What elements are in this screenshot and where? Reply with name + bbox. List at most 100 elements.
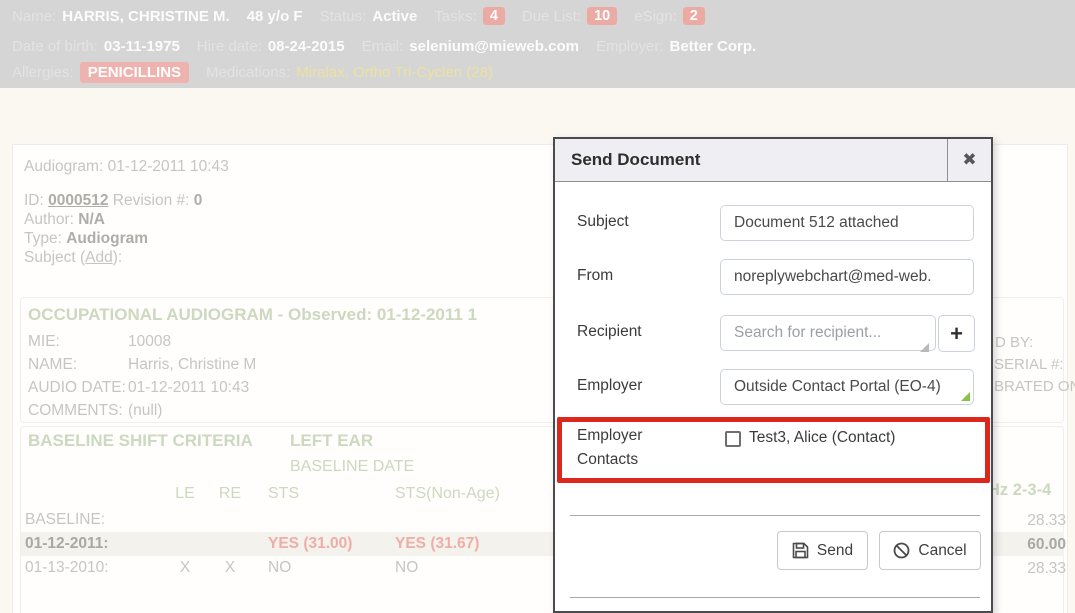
id-label: ID: xyxy=(24,192,44,209)
tasks-label: Tasks: xyxy=(434,8,477,25)
cancel-button-label: Cancel xyxy=(918,542,966,560)
hire-date-label: Hire date: xyxy=(197,38,262,55)
patient-age-sex: 48 y/o F xyxy=(247,8,303,25)
patient-header-row2: Date of birth: 03-11-1975 Hire date: 08-… xyxy=(12,38,756,55)
baseline-date-subheading: BASELINE DATE xyxy=(290,458,414,476)
employer-contacts-label-line1: Employer xyxy=(577,427,642,445)
recipient-label: Recipient xyxy=(577,323,642,341)
author-label: Author: xyxy=(24,211,74,228)
esign-label: eSign: xyxy=(634,8,677,25)
fragment-value-2: 60.00 xyxy=(993,536,1066,554)
employer-select-value: Outside Contact Portal (EO-4) xyxy=(734,378,941,396)
email-label: Email: xyxy=(362,38,404,55)
divider-above-buttons xyxy=(570,515,980,516)
fragment-value-3: 28.33 xyxy=(993,560,1066,578)
modal-title: Send Document xyxy=(571,139,700,181)
row-2010-re: X xyxy=(210,559,250,577)
audio-date-value: 01-12-2011 10:43 xyxy=(128,379,249,397)
employer-select-label: Employer xyxy=(577,377,642,395)
type-label: Type: xyxy=(24,230,62,247)
row-2010-le: X xyxy=(165,559,205,577)
cancel-icon xyxy=(893,542,910,559)
revision-value: 0 xyxy=(194,192,203,209)
name-row-label: NAME: xyxy=(28,356,77,374)
subject-input[interactable] xyxy=(720,205,974,241)
col-header-le: LE xyxy=(165,485,205,503)
recipient-resize-handle[interactable] xyxy=(920,343,929,352)
subject-prefix: Subject ( xyxy=(24,249,85,266)
document-id-line: ID: 0000512 Revision #: 0 xyxy=(24,192,202,210)
due-list-count-badge[interactable]: 10 xyxy=(587,7,617,25)
medications-links[interactable]: Miralax, Ortho Tri-Cyclen (28) xyxy=(296,64,493,81)
hire-date-value: 08-24-2015 xyxy=(268,38,345,55)
close-icon: ✖ xyxy=(962,150,976,169)
dob-value: 03-11-1975 xyxy=(104,38,180,55)
patient-header-row1: Name: HARRIS, CHRISTINE M. 48 y/o F Stat… xyxy=(12,7,705,25)
allergies-label: Allergies: xyxy=(12,64,74,81)
subject-suffix: ): xyxy=(113,249,122,266)
add-recipient-button[interactable]: + xyxy=(938,315,975,352)
patient-name: HARRIS, CHRISTINE M. xyxy=(62,8,230,25)
row-2010-label: 01-13-2010: xyxy=(25,559,109,577)
mie-label: MIE: xyxy=(28,333,60,351)
medications-label: Medications: xyxy=(206,64,290,81)
name-label: Name: xyxy=(12,8,56,25)
send-button-label: Send xyxy=(817,542,853,560)
dob-label: Date of birth: xyxy=(12,38,98,55)
send-document-modal: Send Document ✖ Subject From Recipient +… xyxy=(553,137,993,613)
left-ear-heading: LEFT EAR xyxy=(290,431,373,451)
email-value: selenium@mieweb.com xyxy=(409,38,579,55)
send-button[interactable]: Send xyxy=(777,531,868,570)
occupational-heading: OCCUPATIONAL AUDIOGRAM - Observed: 01-12… xyxy=(28,305,477,325)
comments-value: (null) xyxy=(128,402,162,420)
modal-header: Send Document ✖ xyxy=(555,139,991,182)
save-icon xyxy=(792,542,809,559)
subject-add-link[interactable]: Add xyxy=(85,249,113,266)
esign-count-badge[interactable]: 2 xyxy=(683,7,705,25)
recipient-search-input[interactable] xyxy=(720,315,936,351)
name-row-value: Harris, Christine M xyxy=(128,356,256,374)
document-id-link[interactable]: 0000512 xyxy=(48,192,108,209)
cancel-button[interactable]: Cancel xyxy=(879,531,981,570)
contact-checkbox-label[interactable]: Test3, Alice (Contact) xyxy=(749,429,895,447)
status-value: Active xyxy=(372,8,417,25)
due-list-label: Due List: xyxy=(522,8,581,25)
document-title: Audiogram: 01-12-2011 10:43 xyxy=(24,158,229,176)
allergy-badge[interactable]: PENICILLINS xyxy=(80,62,189,83)
audio-date-label: AUDIO DATE: xyxy=(28,379,126,397)
from-label: From xyxy=(577,267,613,285)
from-input[interactable] xyxy=(720,259,974,295)
employer-contacts-label-line2: Contacts xyxy=(577,451,638,469)
employer-value: Better Corp. xyxy=(669,38,756,55)
author-value: N/A xyxy=(78,211,105,228)
contact-checkbox[interactable] xyxy=(725,431,741,447)
close-button[interactable]: ✖ xyxy=(947,139,991,181)
fragment-tested-by: D BY: xyxy=(995,334,1033,351)
row-2011-sts: YES (31.00) xyxy=(268,535,352,553)
status-label: Status: xyxy=(320,8,367,25)
col-header-sts: STS xyxy=(268,485,299,503)
row-2011-sts-nonage: YES (31.67) xyxy=(395,535,479,553)
document-type-line: Type: Audiogram xyxy=(24,230,148,248)
patient-header: Name: HARRIS, CHRISTINE M. 48 y/o F Stat… xyxy=(0,0,1075,88)
document-author-line: Author: N/A xyxy=(24,211,105,229)
fragment-hz-heading: Hz 2-3-4 xyxy=(988,481,1051,500)
patient-header-row3: Allergies: PENICILLINS Medications: Mira… xyxy=(12,62,493,83)
row-2011-label: 01-12-2011: xyxy=(25,535,109,553)
employer-select-expand-icon[interactable] xyxy=(961,392,970,401)
fragment-calibrated: BRATED ON xyxy=(994,378,1075,395)
screen: Name: HARRIS, CHRISTINE M. 48 y/o F Stat… xyxy=(0,0,1075,613)
employer-select[interactable]: Outside Contact Portal (EO-4) xyxy=(720,369,974,405)
divider-below-buttons xyxy=(570,597,980,598)
comments-label: COMMENTS: xyxy=(28,402,123,420)
baseline-row-label: BASELINE: xyxy=(25,511,105,529)
baseline-criteria-heading: BASELINE SHIFT CRITERIA xyxy=(28,431,253,451)
col-header-re: RE xyxy=(210,485,250,503)
revision-label: Revision #: xyxy=(113,192,190,209)
col-header-sts-nonage: STS(Non-Age) xyxy=(395,485,500,503)
employer-label: Employer: xyxy=(596,38,664,55)
type-value: Audiogram xyxy=(66,230,148,247)
subject-label: Subject xyxy=(577,213,629,231)
row-2010-sts-nonage: NO xyxy=(395,559,418,577)
tasks-count-badge[interactable]: 4 xyxy=(483,7,505,25)
